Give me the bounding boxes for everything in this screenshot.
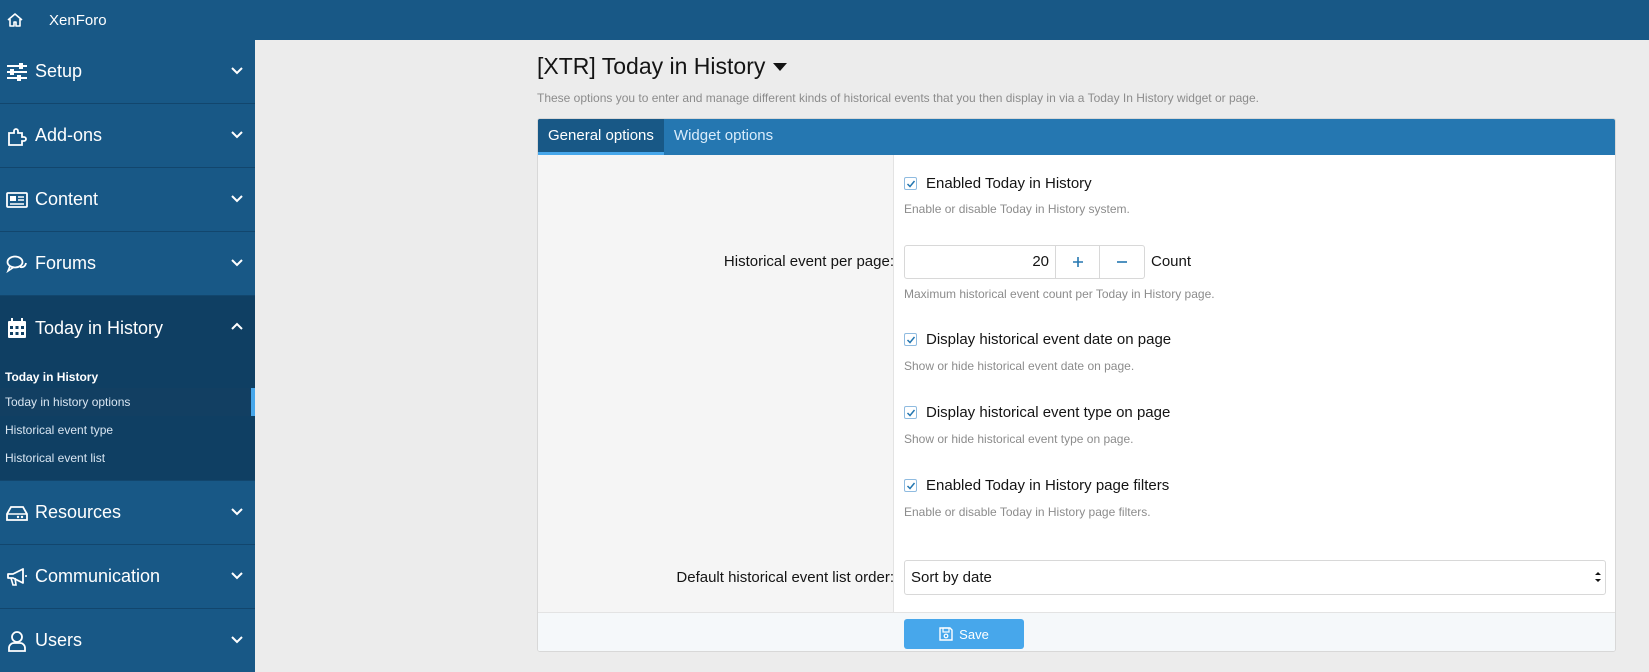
sidebar-item-resources[interactable]: Resources [0,481,255,545]
comments-icon [5,252,29,276]
sidebar-item-label: Setup [35,61,83,81]
tab-bar: General options Widget options [538,119,1615,155]
show-date-label: Display historical event date on page [926,331,1172,348]
enabled-checkbox-row[interactable]: Enabled Today in History [904,175,1092,192]
save-label: Save [959,626,989,642]
per-page-explain: Maximum historical event count per Today… [904,287,1215,301]
chevron-down-icon [231,131,243,139]
subnav-item-options[interactable]: Today in history options [0,388,255,416]
increment-button[interactable] [1055,246,1099,278]
megaphone-icon [5,565,29,589]
select-arrows-icon [1595,572,1601,582]
filters-label: Enabled Today in History page filters [926,477,1170,494]
page-title[interactable]: [XTR] Today in History [537,53,788,80]
per-page-stepper: 20 [904,245,1145,279]
label-column [538,155,894,612]
chevron-down-icon [231,67,243,75]
chevron-down-icon [231,259,243,267]
sidebar-item-forums[interactable]: Forums [0,232,255,296]
show-date-explain: Show or hide historical event date on pa… [904,359,1135,373]
chevron-down-icon [231,508,243,516]
chevron-down-icon [231,195,243,203]
show-date-checkbox-row[interactable]: Display historical event date on page [904,331,1171,348]
newspaper-icon [5,188,29,212]
sidebar-item-content[interactable]: Content [0,168,255,232]
save-button[interactable]: Save [904,619,1024,649]
calendar-icon [5,316,29,340]
filters-explain: Enable or disable Today in History page … [904,505,1151,519]
enabled-label: Enabled Today in History [926,175,1092,192]
show-type-explain: Show or hide historical event type on pa… [904,432,1134,446]
sidebar-item-setup[interactable]: Setup [0,40,255,104]
decrement-button[interactable] [1099,246,1143,278]
home-icon[interactable] [0,0,30,40]
subnav-heading[interactable]: Today in History [0,366,255,388]
per-page-input[interactable]: 20 [905,246,1055,278]
user-icon [5,629,29,653]
page-title-text: [XTR] Today in History [537,53,766,79]
save-icon [939,627,953,641]
sidebar-item-today-in-history[interactable]: Today in History [0,296,255,360]
sidebar-item-label: Add-ons [35,125,103,145]
sidebar-item-addons[interactable]: Add-ons [0,104,255,168]
sidebar-item-label: Communication [35,566,161,586]
chevron-up-icon [231,322,243,330]
sidebar-subnav: Today in History Today in history option… [0,360,255,481]
filters-checkbox[interactable] [904,479,917,492]
filters-checkbox-row[interactable]: Enabled Today in History page filters [904,477,1169,494]
sidebar-item-communication[interactable]: Communication [0,545,255,609]
show-type-label: Display historical event type on page [926,404,1171,421]
subnav-item-event-type[interactable]: Historical event type [0,416,255,444]
form-footer: Save [538,612,1615,651]
sidebar-item-label: Today in History [35,317,164,338]
sidebar-item-users[interactable]: Users [0,609,255,672]
brand-link[interactable]: XenForo [49,12,107,29]
puzzle-icon [5,124,29,148]
subnav-item-event-list[interactable]: Historical event list [0,444,255,472]
sidebar-item-label: Content [35,189,99,209]
sidebar-item-label: Forums [35,253,97,273]
top-bar: XenForo [0,0,1649,40]
enabled-explain: Enable or disable Today in History syste… [904,202,1130,216]
order-select[interactable]: Sort by date [904,560,1606,595]
show-type-checkbox[interactable] [904,406,917,419]
order-select-value: Sort by date [911,569,992,586]
tab-general-options[interactable]: General options [538,119,664,155]
sidebar-item-label: Resources [35,502,122,522]
tab-widget-options[interactable]: Widget options [664,119,783,155]
enabled-checkbox[interactable] [904,177,917,190]
page-description: These options you to enter and manage di… [537,91,1259,105]
chevron-down-icon [231,636,243,644]
hdd-icon [5,501,29,525]
order-label: Default historical event list order: [676,569,894,586]
per-page-label: Historical event per page: [723,253,894,270]
show-date-checkbox[interactable] [904,333,917,346]
show-type-checkbox-row[interactable]: Display historical event type on page [904,404,1170,421]
sidebar: Setup Add-ons Content Forums Today in Hi… [0,40,255,672]
chevron-down-icon [231,572,243,580]
sliders-icon [5,60,29,84]
caret-down-icon [773,62,788,71]
options-panel: General options Widget options Enabled T… [537,118,1616,652]
sidebar-item-label: Users [35,630,83,650]
per-page-unit: Count [1151,253,1192,270]
form-body: Enabled Today in History Enable or disab… [538,155,1615,612]
